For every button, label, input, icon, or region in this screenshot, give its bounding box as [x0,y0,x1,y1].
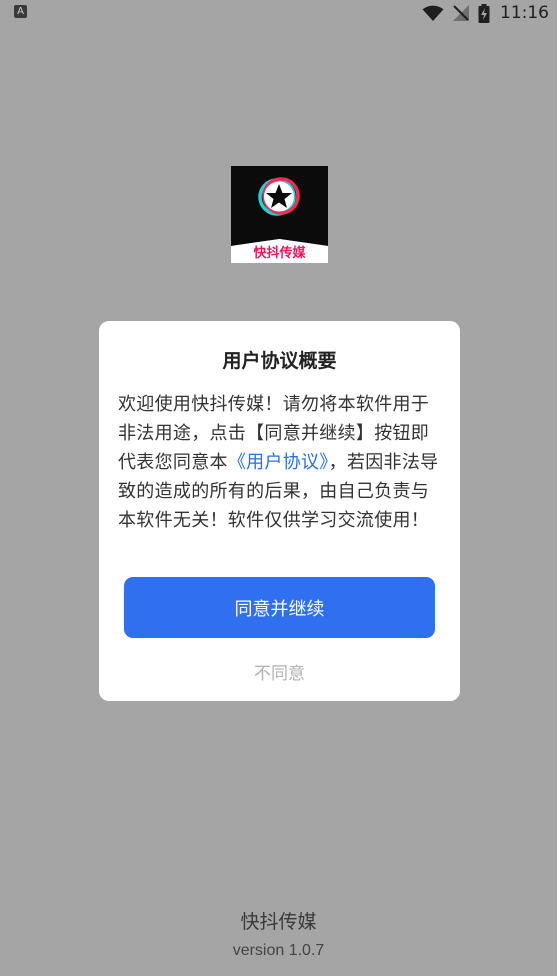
no-signal-icon [453,5,469,21]
status-time: 11:16 [500,3,549,23]
app-logo: 快抖传媒 [231,166,328,263]
app-name: 快抖传媒 [240,911,317,933]
status-icons: 11:16 [422,2,549,24]
logo-text: 快抖传媒 [253,245,306,261]
user-agreement-dialog: 用户协议概要 欢迎使用快抖传媒！请勿将本软件用于非法用途，点击【同意并继续】按钮… [99,321,460,701]
user-agreement-link[interactable]: 《用户协议》 [228,452,329,473]
dialog-body: 欢迎使用快抖传媒！请勿将本软件用于非法用途，点击【同意并继续】按钮即代表您同意本… [118,390,440,535]
status-bar: A 11:16 [0,0,557,26]
notification-icon: A [14,5,27,18]
disagree-button[interactable]: 不同意 [99,657,460,685]
battery-charging-icon [478,3,490,23]
agree-continue-button[interactable]: 同意并继续 [124,577,435,638]
wifi-icon [422,5,444,21]
dialog-title: 用户协议概要 [222,350,337,372]
app-version: version 1.0.7 [232,942,325,959]
